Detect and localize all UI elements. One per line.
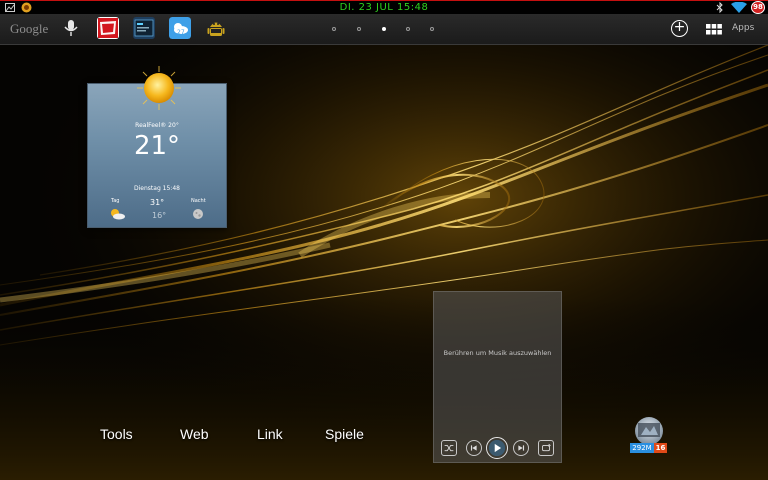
repeat-button[interactable]	[538, 440, 554, 456]
page-dot-active[interactable]	[382, 27, 386, 31]
current-temperature: 21°	[133, 131, 181, 161]
memory-value: 292M	[630, 443, 654, 453]
dashboard-app-icon[interactable]	[133, 17, 155, 39]
status-bar: DI. 23 JUL 15:48 98	[0, 0, 768, 14]
music-widget[interactable]: Berühren um Musik auszuwählen	[433, 291, 562, 463]
page-indicator	[332, 27, 442, 33]
previous-icon	[470, 445, 477, 451]
low-temperature: 16°	[152, 211, 167, 220]
folder-web[interactable]: Web	[180, 426, 209, 442]
partly-cloudy-icon	[111, 209, 125, 220]
shuffle-button[interactable]	[441, 440, 457, 456]
memory-badge: 292M 16	[630, 443, 670, 453]
battery-badge: 98	[751, 1, 765, 14]
weather-datetime: Dienstag 15:48	[134, 185, 180, 192]
svg-text:27: 27	[177, 29, 185, 36]
add-widget-button[interactable]: +	[671, 20, 688, 37]
next-button[interactable]	[513, 440, 529, 456]
play-button[interactable]	[486, 437, 508, 459]
bluetooth-icon	[716, 2, 723, 13]
folder-spiele[interactable]: Spiele	[325, 426, 364, 442]
music-hint: Berühren um Musik auszuwählen	[443, 349, 552, 357]
folder-link[interactable]: Link	[257, 426, 283, 442]
top-bar: Google 27 + Apps	[0, 14, 768, 45]
moon-icon	[193, 209, 203, 219]
night-label: Nacht	[191, 198, 206, 204]
apps-label[interactable]: Apps	[732, 23, 754, 33]
voice-search-icon[interactable]	[60, 17, 82, 39]
repeat-icon	[542, 443, 551, 452]
wifi-icon	[731, 2, 747, 13]
google-search-label[interactable]: Google	[10, 21, 48, 37]
sun-icon	[137, 66, 181, 110]
page-dot[interactable]	[357, 27, 361, 31]
weather-widget[interactable]: RealFeel® 20° 21° Dienstag 15:48 Tag 31°…	[87, 66, 227, 228]
bild-app-icon[interactable]	[97, 17, 119, 39]
status-clock: DI. 23 JUL 15:48	[339, 2, 429, 13]
process-count: 16	[654, 443, 667, 453]
high-temperature: 31°	[150, 198, 165, 207]
apps-grid-icon[interactable]	[706, 24, 722, 35]
weather-app-icon[interactable]: 27	[169, 17, 191, 39]
folder-tools[interactable]: Tools	[100, 426, 133, 442]
page-dot[interactable]	[406, 27, 410, 31]
page-dot[interactable]	[332, 27, 336, 31]
realfeel-text: RealFeel® 20°	[135, 122, 179, 129]
memory-booster-icon[interactable]	[629, 415, 669, 445]
play-icon	[488, 439, 506, 457]
day-label: Tag	[111, 198, 120, 204]
page-dot[interactable]	[430, 27, 434, 31]
shuffle-icon	[444, 444, 454, 452]
next-icon	[518, 445, 525, 451]
android-app-icon[interactable]	[205, 17, 227, 39]
previous-button[interactable]	[466, 440, 482, 456]
